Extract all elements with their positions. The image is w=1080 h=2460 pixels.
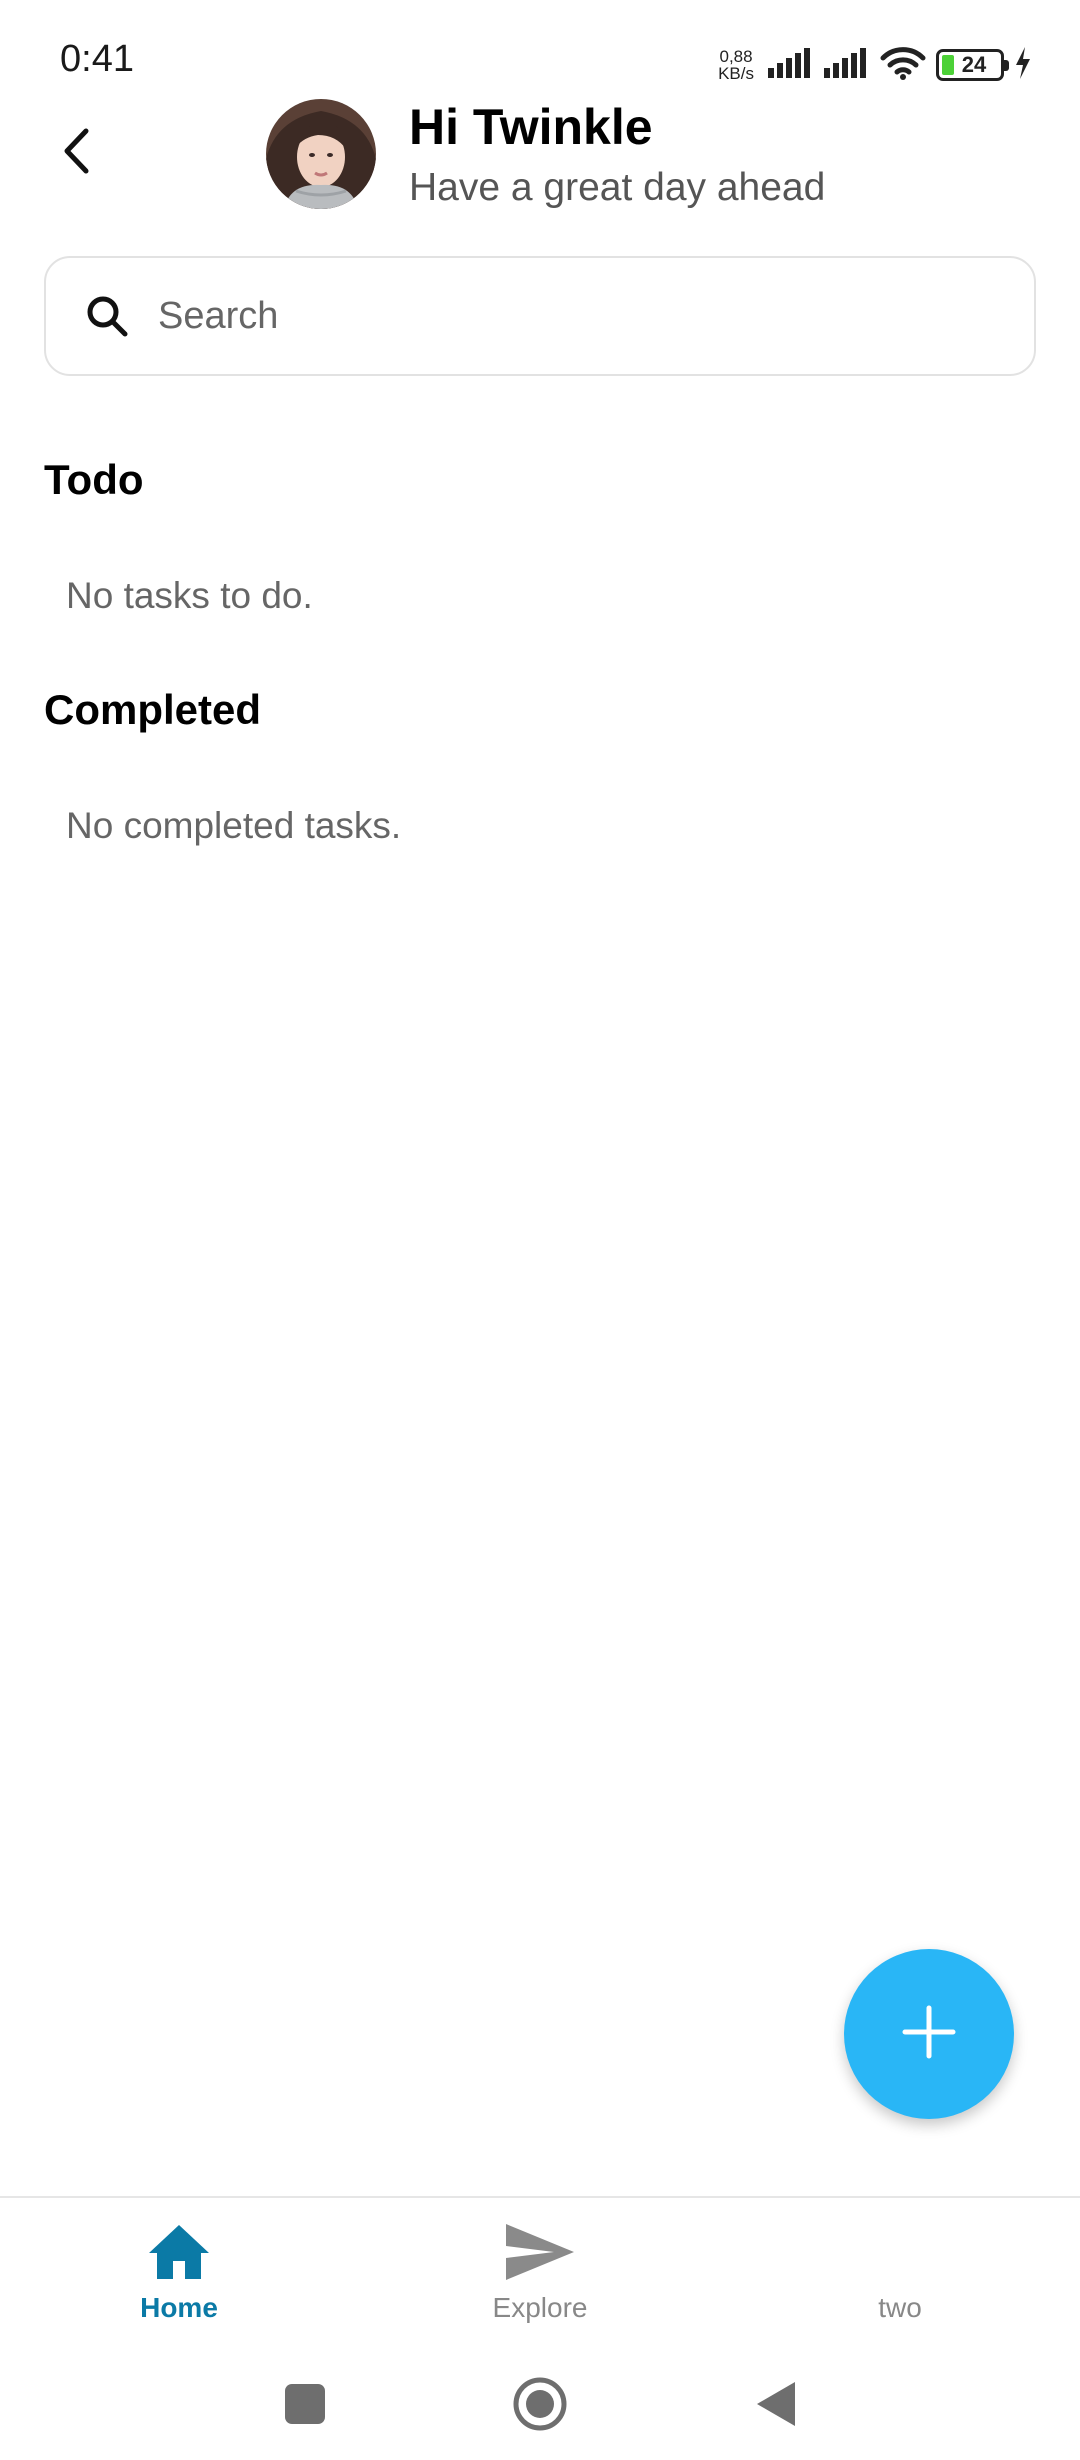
nav-item-explore[interactable]: Explore xyxy=(390,2198,690,2348)
avatar[interactable] xyxy=(266,99,376,209)
bottom-navigation: Home Explore two xyxy=(0,2196,1080,2346)
completed-section-title: Completed xyxy=(44,686,262,733)
completed-empty-text: No completed tasks. xyxy=(66,805,402,846)
home-icon xyxy=(147,2220,211,2284)
nav-item-home[interactable]: Home xyxy=(29,2198,329,2348)
network-speed-value: 0,88 xyxy=(719,47,753,66)
nav-label-explore: Explore xyxy=(492,2292,588,2323)
home-button[interactable] xyxy=(500,2366,580,2446)
system-navigation-bar xyxy=(0,2346,1080,2460)
todo-empty-text: No tasks to do. xyxy=(66,575,313,616)
status-time: 0:41 xyxy=(60,38,134,80)
todo-section-title: Todo xyxy=(44,456,144,503)
greeting-title: Hi Twinkle xyxy=(409,99,653,155)
add-task-button[interactable] xyxy=(844,1949,1014,2119)
battery-icon: 24 xyxy=(936,49,1009,81)
chevron-left-icon xyxy=(61,126,91,181)
send-icon xyxy=(504,2220,576,2284)
wifi-icon xyxy=(880,46,926,85)
status-icons: 0,88 KB/s 24 xyxy=(718,40,1032,90)
system-back-button[interactable] xyxy=(735,2366,815,2446)
battery-level: 24 xyxy=(961,52,987,77)
recents-button[interactable] xyxy=(265,2366,345,2446)
square-icon xyxy=(284,2383,326,2430)
search-input[interactable] xyxy=(158,294,958,338)
nav-label-home: Home xyxy=(140,2292,218,2323)
network-speed-unit: KB/s xyxy=(718,64,754,83)
charging-bolt-icon xyxy=(1014,46,1032,84)
status-bar: 0:41 0,88 KB/s 24 xyxy=(0,0,1080,110)
network-speed: 0,88 KB/s xyxy=(718,48,754,82)
greeting-subtitle: Have a great day ahead xyxy=(409,166,826,209)
nav-item-two[interactable]: two xyxy=(750,2198,1050,2348)
cellular-signal-2-icon xyxy=(824,47,870,83)
cellular-signal-icon xyxy=(768,47,814,83)
plus-icon xyxy=(901,2004,957,2065)
circle-icon xyxy=(512,2376,568,2437)
nav-label-two: two xyxy=(878,2292,922,2323)
search-icon xyxy=(82,291,132,341)
back-button[interactable] xyxy=(46,120,106,186)
search-bar[interactable] xyxy=(44,256,1036,376)
triangle-back-icon xyxy=(753,2380,797,2433)
